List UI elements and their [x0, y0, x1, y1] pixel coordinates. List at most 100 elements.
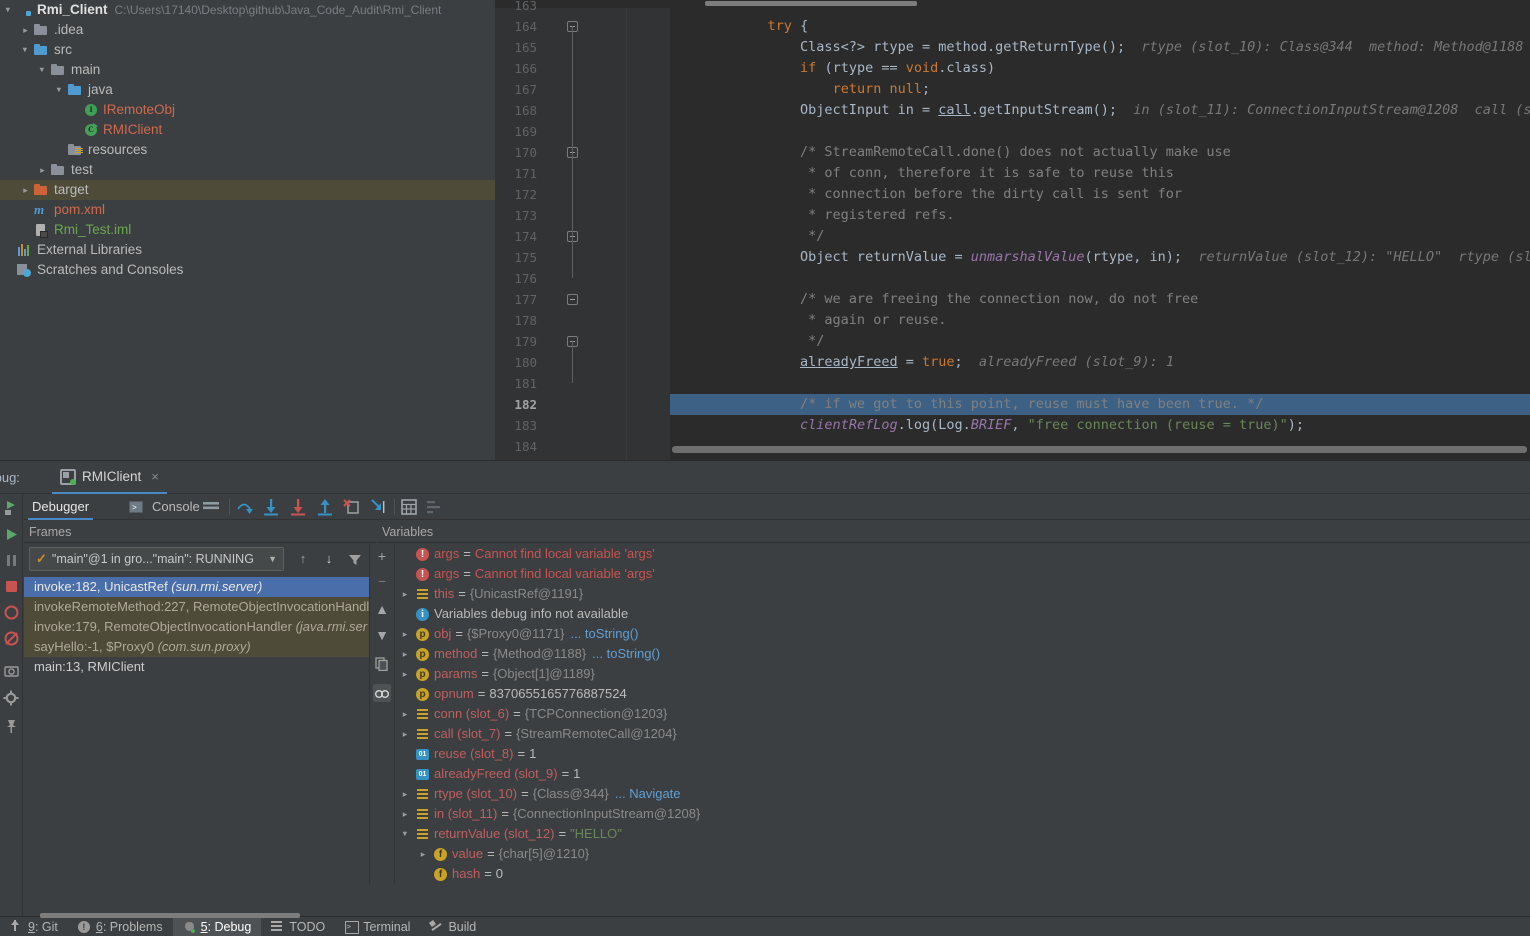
chevron-right-icon[interactable]: ▸: [396, 704, 414, 724]
code-line[interactable]: /* we are freeing the connection now, do…: [670, 289, 1530, 310]
tree-item--idea[interactable]: ▸ .idea: [0, 20, 495, 40]
code-line[interactable]: */: [670, 226, 1530, 247]
editor-top-scroll-thumb[interactable]: [705, 1, 917, 6]
variable-row[interactable]: ▸ method={Method@1188} ... toString(): [396, 644, 1530, 664]
fold-marker-icon[interactable]: [567, 294, 578, 305]
code-line[interactable]: Class<?> rtype = method.getReturnType();…: [670, 37, 1530, 58]
force-step-into-icon[interactable]: [289, 498, 307, 516]
rerun-icon[interactable]: [3, 499, 20, 516]
code-line[interactable]: /* StreamRemoteCall.done() does not actu…: [670, 142, 1530, 163]
code-line[interactable]: * again or reuse.: [670, 310, 1530, 331]
code-line[interactable]: return null;: [670, 79, 1530, 100]
tree-item-test[interactable]: ▸ test: [0, 160, 495, 180]
chevron-down-icon[interactable]: ▸: [2, 0, 15, 20]
chevron-right-icon[interactable]: ▸: [396, 784, 414, 804]
chevron-right-icon[interactable]: ▸: [36, 160, 49, 180]
frame-row[interactable]: invokeRemoteMethod:227, RemoteObjectInvo…: [24, 597, 369, 617]
variable-row[interactable]: opnum=8370655165776887524: [396, 684, 1530, 704]
code-line[interactable]: [670, 268, 1530, 289]
debug-session-tab[interactable]: RMIClient ×: [52, 461, 167, 494]
chevron-right-icon[interactable]: ▸: [396, 664, 414, 684]
step-out-icon[interactable]: [316, 498, 334, 516]
settings-list-icon[interactable]: [426, 498, 444, 516]
pin-icon[interactable]: [3, 718, 20, 735]
filter-icon[interactable]: [346, 550, 364, 568]
variable-row[interactable]: ▸ call (slot_7) = {StreamRemoteCall@1204}: [396, 724, 1530, 744]
variable-row[interactable]: ▸ rtype (slot_10) = {Class@344} ... Navigate: [396, 784, 1530, 804]
variable-row[interactable]: ▸ obj={$Proxy0@1171} ... toString(): [396, 624, 1530, 644]
editor-top-scrollbar[interactable]: [495, 0, 1530, 8]
status-bar-item-build[interactable]: Build: [420, 917, 486, 936]
evaluate-expression-icon[interactable]: [400, 498, 418, 516]
code-line-current[interactable]: /* if we got to this point, reuse must h…: [670, 394, 1530, 415]
chevron-right-icon[interactable]: ▸: [396, 624, 414, 644]
frames-up-icon[interactable]: ↑: [294, 550, 312, 568]
chevron-down-icon[interactable]: ▸: [19, 40, 32, 60]
variable-row[interactable]: ▸ conn (slot_6) = {TCPConnection@1203}: [396, 704, 1530, 724]
variable-row[interactable]: alreadyFreed (slot_9)=1: [396, 764, 1530, 784]
tree-item-java[interactable]: ▸ java: [0, 80, 495, 100]
variable-row[interactable]: ▸ returnValue (slot_12) = "HELLO": [396, 824, 1530, 844]
code-line[interactable]: ObjectInput in = call.getInputStream(); …: [670, 100, 1530, 121]
frames-side-toolbar[interactable]: + − ▲ ▼: [370, 544, 394, 884]
status-bar-item-6-problems[interactable]: 6: Problems: [68, 917, 173, 936]
debug-left-toolbar[interactable]: [0, 494, 23, 917]
chevron-right-icon[interactable]: ▸: [396, 804, 414, 824]
resume-program-icon[interactable]: [3, 526, 20, 543]
mute-breakpoints-icon[interactable]: [3, 630, 20, 647]
editor-bottom-scrollbar[interactable]: [627, 445, 1530, 454]
chevron-right-icon[interactable]: ▸: [19, 180, 32, 200]
code-line[interactable]: * of conn, therefore it is safe to reuse…: [670, 163, 1530, 184]
code-line[interactable]: try {: [670, 16, 1530, 37]
bottom-scroll-thumb[interactable]: [40, 913, 300, 918]
variable-row[interactable]: args=Cannot find local variable 'args': [396, 564, 1530, 584]
variable-action-link[interactable]: ... toString(): [592, 644, 660, 664]
frames-down-icon[interactable]: ↓: [320, 550, 338, 568]
chevron-right-icon[interactable]: ▸: [396, 584, 414, 604]
copy-icon[interactable]: [373, 654, 391, 672]
close-icon[interactable]: ×: [151, 469, 159, 484]
move-down-icon[interactable]: ▼: [373, 626, 391, 644]
chevron-right-icon[interactable]: ▸: [19, 20, 32, 40]
variable-row[interactable]: ▸ in (slot_11) = {ConnectionInputStream@120…: [396, 804, 1530, 824]
settings-gear-icon[interactable]: [3, 690, 20, 707]
variable-row[interactable]: args=Cannot find local variable 'args': [396, 544, 1530, 564]
status-bar-item-terminal[interactable]: Terminal: [335, 917, 420, 936]
status-bar[interactable]: 9: Git 6: Problems 5: Debug TODO Terminal Bui…: [0, 913, 1530, 936]
stop-program-icon[interactable]: [3, 578, 20, 595]
tab-console[interactable]: Console: [148, 494, 204, 520]
frames-panel[interactable]: ✓ "main"@1 in gro..."main": RUNNING ▼ ↑ …: [24, 544, 369, 884]
variable-row[interactable]: hash=0: [396, 864, 1530, 884]
variable-row[interactable]: ▸ params={Object[1]@1189}: [396, 664, 1530, 684]
tree-item-main[interactable]: ▸ main: [0, 60, 495, 80]
debug-tool-window[interactable]: Debug: RMIClient ×: [0, 460, 1530, 917]
tree-item-rmi-test-iml[interactable]: ▸ Rmi_Test.iml: [0, 220, 495, 240]
view-breakpoints-icon[interactable]: [3, 604, 20, 621]
chevron-down-icon[interactable]: ▸: [396, 824, 414, 844]
code-line[interactable]: * registered refs.: [670, 205, 1530, 226]
tree-item-resources[interactable]: ▸ resources: [0, 140, 495, 160]
add-icon[interactable]: +: [373, 547, 391, 565]
move-up-icon[interactable]: ▲: [373, 600, 391, 618]
code-line[interactable]: * connection before the dirty call is se…: [670, 184, 1530, 205]
status-bar-item-todo[interactable]: TODO: [261, 917, 335, 936]
code-line[interactable]: */: [670, 331, 1530, 352]
chevron-down-icon[interactable]: ▸: [36, 60, 49, 80]
code-line[interactable]: if (rtype == void.class): [670, 58, 1530, 79]
tree-item-iremoteobj[interactable]: ▸I IRemoteObj: [0, 100, 495, 120]
variable-row[interactable]: reuse (slot_8)=1: [396, 744, 1530, 764]
remove-icon[interactable]: −: [373, 572, 391, 590]
tree-item-src[interactable]: ▸ src: [0, 40, 495, 60]
status-bar-item-9-git[interactable]: 9: Git: [0, 917, 68, 936]
frame-row[interactable]: sayHello:-1, $Proxy0 (com.sun.proxy): [24, 637, 369, 657]
chevron-right-icon[interactable]: ▸: [414, 844, 432, 864]
variable-row[interactable]: ▸ value={char[5]@1210}: [396, 844, 1530, 864]
tree-item-pom-xml[interactable]: ▸m pom.xml: [0, 200, 495, 220]
code-line[interactable]: alreadyFreed = true; alreadyFreed (slot_…: [670, 352, 1530, 373]
status-bar-item-5-debug[interactable]: 5: Debug: [172, 916, 262, 936]
variable-row[interactable]: ▸ this = {UnicastRef@1191}: [396, 584, 1530, 604]
watches-icon[interactable]: [373, 684, 391, 702]
console-icon[interactable]: >: [129, 500, 143, 514]
step-over-icon[interactable]: [235, 498, 253, 516]
tree-item-rmiclient[interactable]: ▸C RMIClient: [0, 120, 495, 140]
